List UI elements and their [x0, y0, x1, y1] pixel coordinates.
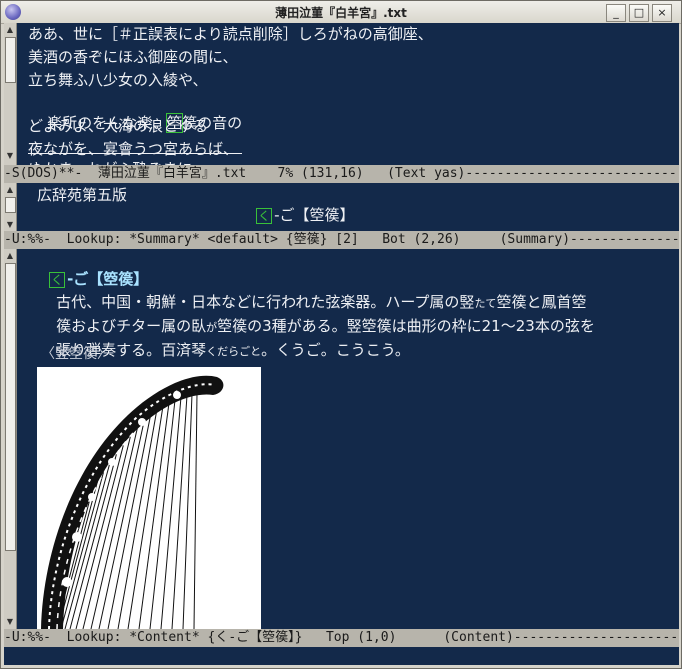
harp-drawing-icon [41, 375, 224, 629]
text-line: 立ち舞ふ八少女の入綾や、 [28, 71, 208, 89]
summary-scrollbar[interactable]: ▲ ▼ [4, 183, 17, 231]
maximize-button[interactable]: □ [629, 4, 649, 22]
content-scrollbar[interactable]: ▲ ▼ [4, 249, 17, 629]
definition-text: 。くうご。こうこう。 [261, 341, 410, 359]
scroll-thumb[interactable] [5, 197, 16, 213]
entry-kana-box: く [256, 207, 273, 224]
figure-label: 〈竪箜篌〉 [41, 346, 111, 362]
minimize-button[interactable]: _ [606, 4, 626, 22]
close-button[interactable]: × [652, 4, 672, 22]
minibuffer[interactable] [4, 647, 679, 665]
summary-modeline[interactable]: -U:%%- Lookup: *Summary* <default> {箜篌} … [4, 231, 679, 249]
scroll-up-arrow-icon[interactable]: ▲ [5, 185, 15, 194]
text-line: 夜ながを、宴會うつ宮あらば、 [28, 140, 239, 158]
entry-headword: ‐ご【箜篌】 [274, 206, 355, 224]
text-modeline[interactable]: -S(DOS)**- 薄田泣菫『白羊宮』.txt 7% (131,16) (Te… [4, 165, 679, 183]
scroll-thumb[interactable] [5, 263, 16, 551]
scroll-up-arrow-icon[interactable]: ▲ [5, 25, 15, 34]
harp-illustration [37, 367, 261, 629]
title-bar[interactable]: 薄田泣菫『白羊宮』.txt _ □ × [1, 1, 681, 24]
dictionary-name: 広辞苑第五版 [37, 186, 128, 204]
text-scrollbar[interactable]: ▲ ▼ [4, 23, 17, 165]
content-modeline[interactable]: -U:%%- Lookup: *Content* {く‐ご【箜篌】} Top (… [4, 629, 679, 647]
text-buffer-pane[interactable]: ▲ ▼ ああ、世に［＃正誤表により読点削除］しろがねの高御座、 美酒の香ぞにほふ… [4, 23, 679, 166]
scroll-down-arrow-icon[interactable]: ▼ [5, 220, 15, 229]
scroll-down-arrow-icon[interactable]: ▼ [5, 151, 15, 160]
text-line: ああ、世に［＃正誤表により読点削除］しろがねの高御座、 [28, 25, 433, 43]
scroll-up-arrow-icon[interactable]: ▲ [5, 251, 15, 260]
scroll-thumb[interactable] [5, 37, 16, 83]
window-title: 薄田泣菫『白羊宮』.txt [275, 6, 407, 20]
scroll-down-arrow-icon[interactable]: ▼ [5, 617, 15, 626]
summary-pane[interactable]: ▲ ▼ 広辞苑第五版 く ‐ご【箜篌】 [4, 183, 679, 231]
text-line: どよみよ、大海の浪とゆる [28, 117, 209, 135]
text-line: 美酒の香ぞにほふ御座の間に、 [28, 48, 238, 66]
ruby-text: くだらごと [206, 345, 262, 358]
